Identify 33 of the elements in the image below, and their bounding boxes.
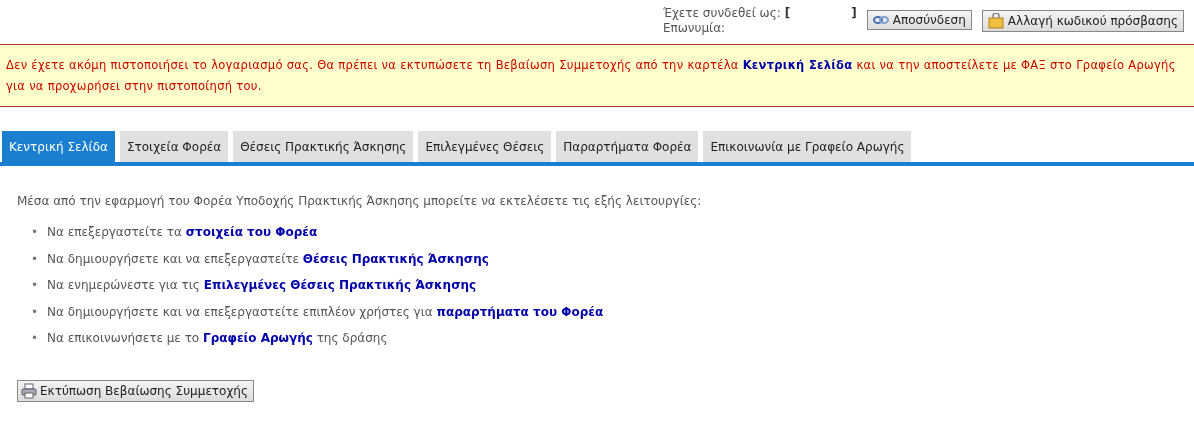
function-link[interactable]: Γραφείο Αρωγής [203, 331, 313, 345]
function-link[interactable]: Θέσεις Πρακτικής Άσκησης [302, 251, 489, 266]
logout-button[interactable]: Αποσύνδεση [866, 10, 972, 30]
nav-tab[interactable]: Επιλεγμένες Θέσεις [418, 131, 552, 162]
function-item: Να επεξεργαστείτε τα στοιχεία του Φορέα [47, 224, 318, 241]
nav-tab[interactable]: Επικοινωνία με Γραφείο Αρωγής [703, 131, 912, 162]
chain-link-icon [872, 13, 889, 27]
function-item: Να επικοινωνήσετε με το Γραφείο Αρωγής της δράσης [47, 330, 388, 347]
nav-tab[interactable]: Παραρτήματα Φορέα [556, 131, 699, 162]
bullet: • [31, 250, 39, 268]
nav-tab[interactable]: Κεντρική Σελίδα [2, 131, 115, 162]
logged-in-label: Έχετε συνδεθεί ως: [662, 6, 781, 21]
home-link[interactable]: Κεντρική Σελίδα [742, 58, 853, 72]
function-link[interactable]: παραρτήματα του Φορέα [436, 304, 604, 319]
bracket: ] [851, 6, 857, 21]
printer-icon [21, 382, 37, 399]
function-item: Να δημιουργήσετε και να επεξεργαστείτε Θέσεις Πρακτικής Άσκησης [47, 250, 489, 268]
bullet: • [31, 330, 39, 347]
function-link[interactable]: Επιλεγμένες Θέσεις Πρακτικής Άσκησης [203, 278, 477, 292]
change-password-button[interactable]: Αλλαγή κωδικού πρόσβασης [981, 10, 1184, 32]
bullet: • [31, 277, 39, 294]
warning-message: Δεν έχετε ακόμη πιστοποιήσει το λογαριασμό σας. Θα πρέπει να εκτυπώσετε τη Βεβαίωση Συμμετοχής από την καρτέλα Κεντρική Σελίδα και να την αποστείλετε με ΦΑΞ στο Γραφείο Αρωγής για να προχωρήσει στην πιστοποίησή του. [0, 44, 1194, 107]
nav-tab[interactable]: Θέσεις Πρακτικής Άσκησης [233, 131, 414, 162]
nav-tab[interactable]: Στοιχεία Φορέα [119, 131, 229, 162]
name-label: Επωνυμία: [662, 21, 727, 36]
intro-text: Μέσα από την εφαρμογή του Φορέα Υποδοχής Πρακτικής Άσκησης μπορείτε να εκτελέσετε τις εξής λειτουργίες: [17, 194, 703, 208]
bullet: • [31, 303, 39, 321]
function-link[interactable]: στοιχεία του Φορέα [185, 225, 318, 239]
function-item: Να ενημερώνεστε για τις Επιλεγμένες Θέσεις Πρακτικής Άσκησης [47, 277, 477, 294]
function-item: Να δημιουργήσετε και να επεξεργαστείτε επιπλέον χρήστες για παραρτήματα του Φορέα [47, 303, 604, 321]
print-certificate-button[interactable]: Εκτύπωση Βεβαίωσης Συμμετοχής [17, 379, 254, 402]
bullet: • [31, 224, 39, 241]
bracket: [ [784, 6, 791, 21]
